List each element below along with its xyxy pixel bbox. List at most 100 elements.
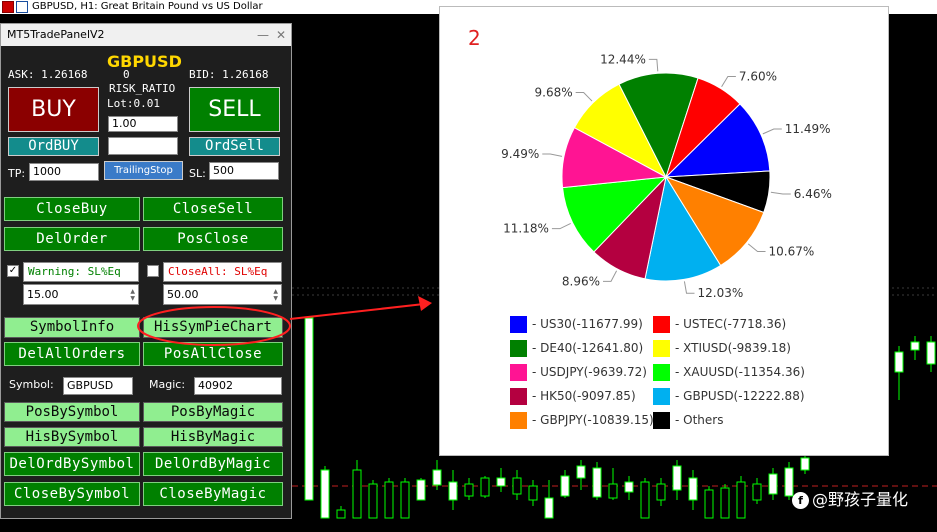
warning-stepper[interactable]: 15.00 ▲ ▼ <box>23 284 139 305</box>
pie-slice-label: 11.18% <box>503 222 549 236</box>
candle-body <box>672 465 682 491</box>
window-title: GBPUSD, H1: Great Britain Pound vs US Do… <box>32 1 263 12</box>
risk-input[interactable] <box>108 137 178 155</box>
legend-item: - XAUUSD(-11354.36) <box>653 364 805 381</box>
pie-leader-line <box>603 270 618 282</box>
closeall-stepper[interactable]: 50.00 ▲ ▼ <box>163 284 282 305</box>
legend-swatch <box>510 364 527 381</box>
candle-body <box>926 341 936 365</box>
close-by-magic-button[interactable]: CloseByMagic <box>143 482 283 506</box>
legend-swatch <box>510 316 527 333</box>
pie-leader-line <box>683 281 695 294</box>
warning-checkbox[interactable]: ✓ <box>7 265 19 277</box>
pie-leader-line <box>575 91 593 102</box>
legend-label: - USDJPY(-9639.72) <box>532 365 647 379</box>
pie-slice-label: 11.49% <box>785 122 831 136</box>
ord-buy-button[interactable]: OrdBUY <box>8 137 99 156</box>
tp-label: TP: <box>8 167 26 180</box>
candle-body <box>384 481 394 519</box>
legend-item: - DE40(-12641.80) <box>510 340 643 357</box>
minimize-icon[interactable]: — <box>257 24 269 46</box>
ask-price: ASK: 1.26168 <box>8 68 88 81</box>
pie-slice-label: 7.60% <box>739 70 777 84</box>
legend-swatch <box>653 340 670 357</box>
close-buy-button[interactable]: CloseBuy <box>4 197 140 221</box>
legend-swatch <box>653 364 670 381</box>
candle-body <box>432 469 442 486</box>
buy-button[interactable]: BUY <box>8 87 99 132</box>
candle-body <box>576 465 586 479</box>
symbol-title: GBPUSD <box>107 52 182 71</box>
candle-body <box>368 483 378 519</box>
candle-body <box>416 479 426 501</box>
symbol-label: Symbol: <box>9 378 54 391</box>
legend-label: - HK50(-9097.85) <box>532 389 636 403</box>
sl-input[interactable]: 500 <box>209 162 279 180</box>
candle-body <box>720 487 730 519</box>
candle-body <box>304 317 314 501</box>
del-ord-by-magic-button[interactable]: DelOrdByMagic <box>143 452 283 476</box>
app-icon <box>2 1 14 13</box>
pie-slice-label: 10.67% <box>769 244 815 258</box>
candle-body <box>592 467 602 498</box>
candle-body <box>496 477 506 487</box>
pie-slice-label: 12.44% <box>600 52 646 66</box>
his-by-symbol-button[interactable]: HisBySymbol <box>4 427 140 447</box>
symbol-info-button[interactable]: SymbolInfo <box>4 317 140 338</box>
legend-item: - USDJPY(-9639.72) <box>510 364 647 381</box>
trade-panel[interactable]: MT5TradePanelV2 — ✕ GBPUSD ASK: 1.26168 … <box>0 23 292 519</box>
ord-sell-button[interactable]: OrdSell <box>189 137 280 156</box>
del-ord-by-symbol-button[interactable]: DelOrdBySymbol <box>4 452 140 476</box>
pie-slice-label: 9.68% <box>535 85 573 99</box>
close-sell-button[interactable]: CloseSell <box>143 197 283 221</box>
candle-body <box>910 341 920 351</box>
candle-body <box>544 497 554 519</box>
legend-label: - Others <box>675 413 724 427</box>
legend-label: - US30(-11677.99) <box>532 317 643 331</box>
candle-body <box>352 469 362 519</box>
lot-input[interactable]: 1.00 <box>108 116 178 132</box>
pie-slice-label: 9.49% <box>501 147 539 161</box>
magic-input[interactable]: 40902 <box>194 377 282 395</box>
closeall-checkbox[interactable] <box>147 265 159 277</box>
lot-label: Lot:0.01 <box>107 97 160 110</box>
del-all-orders-button[interactable]: DelAllOrders <box>4 342 140 366</box>
candle-body <box>560 475 570 497</box>
candle-body <box>768 473 778 495</box>
stepper-arrows-icon[interactable]: ▲ ▼ <box>130 288 135 302</box>
candle-body <box>480 477 490 497</box>
candle-body <box>448 481 458 501</box>
social-logo-icon: f <box>792 492 809 509</box>
pie-slice-label: 12.03% <box>698 286 744 300</box>
pos-by-symbol-button[interactable]: PosBySymbol <box>4 402 140 422</box>
candle-body <box>704 489 714 519</box>
symbol-input[interactable]: GBPUSD <box>63 377 133 395</box>
sl-label: SL: <box>189 167 206 180</box>
watermark-text: @野孩子量化 <box>812 490 909 509</box>
bid-price: BID: 1.26168 <box>189 68 269 81</box>
legend-swatch <box>653 316 670 333</box>
tp-input[interactable]: 1000 <box>29 163 99 181</box>
chart-window-icon <box>16 1 28 13</box>
legend-swatch <box>653 412 670 429</box>
panel-title: MT5TradePanelV2 <box>1 24 291 46</box>
legend-label: - USTEC(-7718.36) <box>675 317 787 331</box>
stepper-arrows-icon[interactable]: ▲ ▼ <box>273 288 278 302</box>
pos-by-magic-button[interactable]: PosByMagic <box>143 402 283 422</box>
trailing-stop-button[interactable]: TrailingStop <box>104 161 183 180</box>
candle-body <box>752 483 762 501</box>
pos-all-close-button[interactable]: PosAllClose <box>143 342 283 366</box>
his-by-magic-button[interactable]: HisByMagic <box>143 427 283 447</box>
risk-ratio-label: RISK_RATIO <box>109 82 176 95</box>
closeall-label: CloseAll: SL%Eq <box>163 262 282 282</box>
pie-slice-label: 8.96% <box>562 274 600 288</box>
warning-label: Warning: SL%Eq <box>23 262 139 282</box>
legend-swatch <box>653 388 670 405</box>
close-by-symbol-button[interactable]: CloseBySymbol <box>4 482 140 506</box>
pie-chart-window[interactable]: 2 11.49% 6.46% 10.67% 12.03% 8.96% 11.18% 9.49… <box>439 6 889 456</box>
del-order-button[interactable]: DelOrder <box>4 227 140 251</box>
his-sym-pie-chart-button[interactable]: HisSymPieChart <box>143 317 283 338</box>
pos-close-button[interactable]: PosClose <box>143 227 283 251</box>
close-icon[interactable]: ✕ <box>276 24 286 46</box>
sell-button[interactable]: SELL <box>189 87 280 132</box>
